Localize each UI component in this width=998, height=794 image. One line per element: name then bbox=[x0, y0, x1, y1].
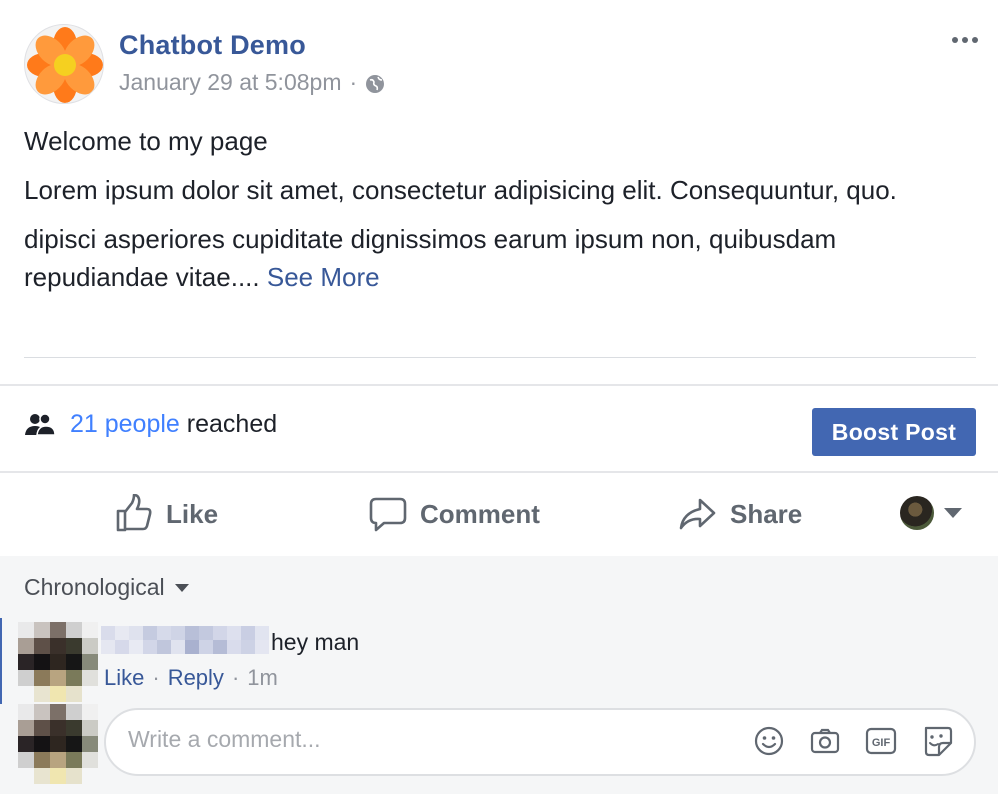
post-paragraph: Welcome to my page bbox=[24, 126, 268, 156]
smiley-icon[interactable] bbox=[752, 724, 786, 758]
speech-bubble-icon bbox=[369, 497, 407, 532]
post-text: Welcome to my page Lorem ipsum dolor sit… bbox=[24, 122, 974, 307]
post-card: Chatbot Demo January 29 at 5:08pm · Welc… bbox=[0, 0, 998, 794]
post-paragraph: Lorem ipsum dolor sit amet, consectetur … bbox=[24, 175, 897, 205]
share-label: Share bbox=[730, 498, 803, 529]
separator: · bbox=[152, 665, 160, 690]
svg-text:GIF: GIF bbox=[872, 737, 891, 749]
comment-button[interactable]: Comment bbox=[368, 494, 540, 534]
comment-text: hey man bbox=[271, 629, 360, 655]
gif-icon[interactable]: GIF bbox=[864, 724, 898, 758]
divider bbox=[24, 357, 976, 358]
like-label: Like bbox=[166, 498, 219, 529]
avatar[interactable] bbox=[18, 622, 98, 702]
composer-icons: GIF bbox=[752, 724, 954, 758]
comment-input[interactable] bbox=[128, 726, 728, 753]
page-avatar[interactable] bbox=[24, 24, 104, 104]
see-more-link[interactable]: See More bbox=[267, 262, 380, 292]
reach-suffix: reached bbox=[186, 410, 278, 438]
commenter-name-redacted[interactable] bbox=[101, 626, 269, 654]
divider bbox=[0, 384, 998, 386]
comment-actions: Like · Reply · 1m bbox=[104, 665, 278, 691]
post-paragraph: dipisci asperiores cupiditate dignissimo… bbox=[24, 220, 974, 296]
avatar bbox=[18, 704, 98, 784]
share-arrow-icon bbox=[679, 498, 716, 530]
comment-composer: GIF bbox=[104, 708, 976, 776]
page-name-link[interactable]: Chatbot Demo bbox=[119, 30, 306, 61]
flower-logo-icon bbox=[27, 27, 103, 103]
comment-sort-dropdown[interactable]: Chronological bbox=[24, 574, 189, 601]
globe-icon[interactable] bbox=[365, 73, 385, 93]
chevron-down-icon bbox=[944, 508, 962, 518]
reach-summary: 21 people reached bbox=[24, 410, 277, 439]
camera-icon[interactable] bbox=[808, 724, 842, 758]
post-actions: Like Comment Share bbox=[0, 474, 998, 554]
reach-count-link[interactable]: 21 people bbox=[70, 410, 180, 438]
post-meta: January 29 at 5:08pm · bbox=[119, 69, 385, 96]
more-options-icon[interactable] bbox=[950, 30, 980, 50]
comment-reply-link[interactable]: Reply bbox=[168, 665, 224, 691]
like-button[interactable]: Like bbox=[114, 494, 218, 534]
comment-label: Comment bbox=[420, 498, 540, 529]
comment-age[interactable]: 1m bbox=[247, 665, 278, 691]
new-comment-indicator bbox=[0, 618, 2, 704]
boost-post-button[interactable]: Boost Post bbox=[812, 408, 976, 456]
comment-like-link[interactable]: Like bbox=[104, 665, 144, 691]
share-button[interactable]: Share bbox=[678, 494, 802, 534]
people-icon bbox=[24, 412, 56, 437]
meta-separator: · bbox=[349, 69, 358, 95]
sort-label: Chronological bbox=[24, 574, 165, 600]
chevron-down-icon bbox=[174, 583, 189, 592]
divider bbox=[0, 471, 998, 473]
sticker-icon[interactable] bbox=[920, 724, 954, 758]
post-as-selector[interactable] bbox=[900, 496, 962, 530]
avatar bbox=[900, 496, 934, 530]
thumbs-up-icon bbox=[116, 494, 152, 532]
post-timestamp[interactable]: January 29 at 5:08pm bbox=[119, 69, 341, 96]
comments-section: Chronological hey man Like · Reply · 1m bbox=[0, 556, 998, 794]
separator: · bbox=[231, 665, 240, 690]
post-paragraph-text: dipisci asperiores cupiditate dignissimo… bbox=[24, 224, 837, 292]
